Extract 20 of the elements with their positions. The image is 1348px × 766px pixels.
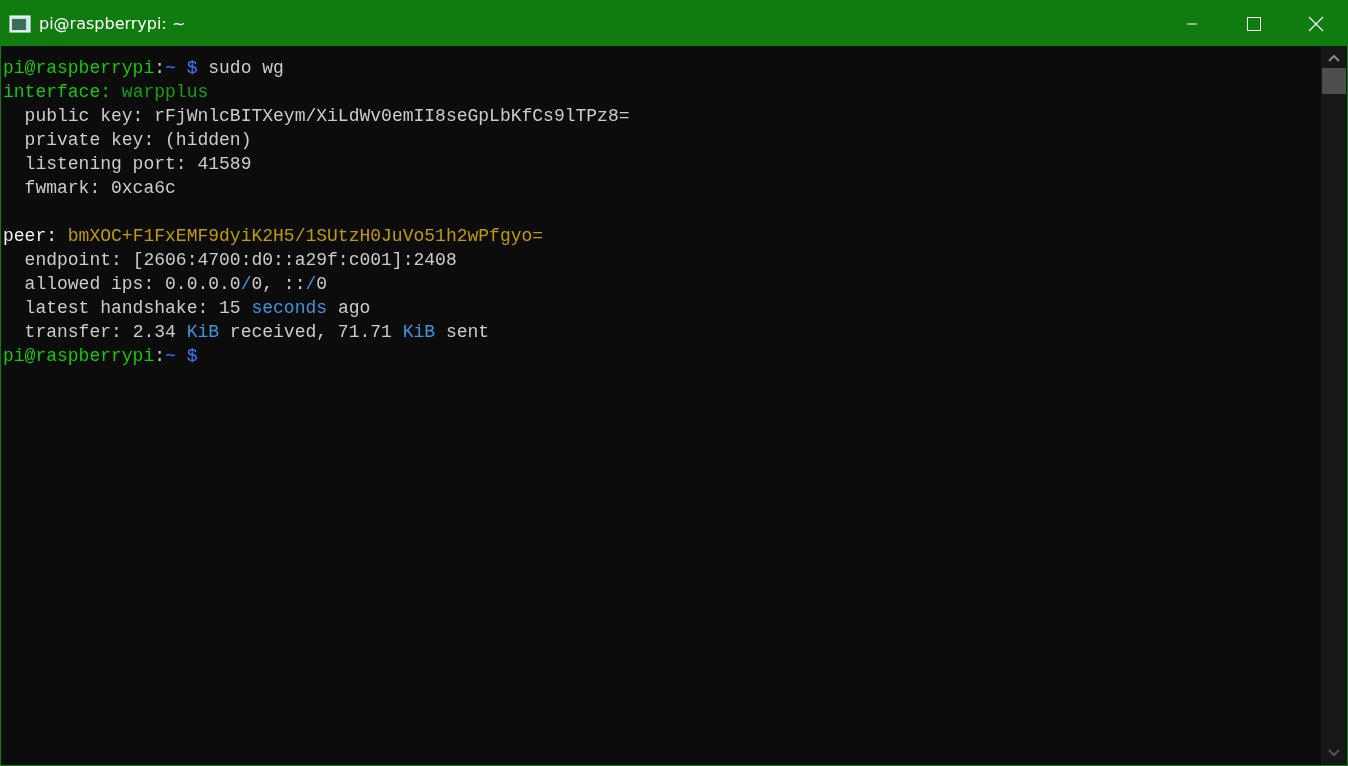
terminal-line: fwmark: 0xca6c (23, 177, 177, 200)
terminal-line: transfer: 2.34 KiB received, 71.71 KiB sent (23, 321, 491, 344)
terminal-line: endpoint: [2606:4700:d0::a29f:c001]:2408 (23, 249, 458, 272)
window-title: pi@raspberrypi: ~ (39, 12, 186, 35)
terminal-line: pi@raspberrypi:~ $ (3, 345, 199, 368)
terminal-line: listening port: 41589 (23, 153, 253, 176)
terminal-line: private key: (hidden) (23, 129, 253, 152)
terminal-app-icon (9, 14, 31, 33)
scrollbar[interactable] (1321, 46, 1347, 765)
close-icon (1308, 15, 1324, 32)
scrollbar-thumb[interactable] (1322, 68, 1346, 94)
terminal-line: pi@raspberrypi:~ $ sudo wg (3, 57, 285, 80)
maximize-icon (1247, 16, 1261, 31)
terminal-line: allowed ips: 0.0.0.0/0, ::/0 (23, 273, 329, 296)
terminal-line: peer: bmXOC+F1FxEMF9dyiK2H5/1SUtzH0JuVo51h2wPfgyo= (3, 225, 545, 248)
terminal-line: public key: rFjWnlcBITXeym/XiLdWv0emII8seGpLbKfCs9lTPz8= (23, 105, 631, 128)
terminal-line: latest handshake: 15 seconds ago (23, 297, 372, 320)
terminal-line: interface: warpplus (3, 81, 210, 104)
scroll-up-icon[interactable] (1328, 54, 1340, 62)
scroll-down-icon[interactable] (1328, 749, 1340, 757)
